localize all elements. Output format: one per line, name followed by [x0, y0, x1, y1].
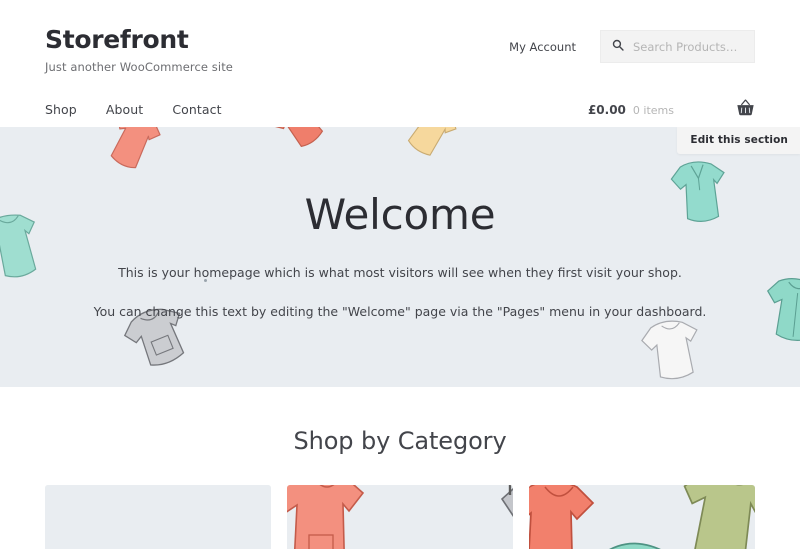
my-account-link[interactable]: My Account — [509, 40, 582, 54]
category-card-grid — [0, 455, 800, 549]
cart-summary[interactable]: £0.00 0 items — [588, 103, 674, 117]
hero-title: Welcome — [304, 189, 496, 239]
hero-paragraph-1: This is your homepage which is what most… — [118, 264, 682, 280]
cart-total-amount: £0.00 — [587, 102, 626, 117]
header-right-group: My Account — [509, 22, 755, 63]
site-title[interactable]: Storefront — [45, 26, 233, 54]
shop-by-category-heading: Shop by Category — [293, 426, 507, 455]
hero-content: Welcome This is your homepage which is w… — [0, 127, 800, 387]
hero-section: Edit this section Welcome This is your h… — [0, 126, 800, 387]
site-branding[interactable]: Storefront Just another WooCommerce site — [45, 22, 233, 74]
category-card-2[interactable] — [287, 484, 513, 549]
hero-paragraph-2: You can change this text by editing the … — [93, 303, 707, 319]
category-card-1[interactable] — [45, 484, 271, 549]
search-icon — [612, 39, 624, 55]
nav-item-shop[interactable]: Shop — [45, 102, 77, 117]
product-search-form[interactable] — [600, 30, 755, 63]
site-description: Just another WooCommerce site — [45, 59, 233, 74]
primary-navigation-row: Shop About Contact £0.00 0 items — [0, 73, 800, 127]
cart-item-count: 0 items — [632, 103, 674, 117]
shop-by-category-section: Shop by Category — [0, 386, 800, 549]
category-card-3[interactable] — [529, 484, 755, 549]
main-navigation: Shop About Contact — [45, 102, 222, 117]
edit-this-section-button[interactable]: Edit this section — [677, 126, 800, 154]
shopping-basket-icon[interactable] — [736, 99, 755, 120]
site-header: Storefront Just another WooCommerce site… — [0, 0, 800, 74]
cart-area[interactable]: £0.00 0 items — [588, 99, 755, 120]
nav-item-about[interactable]: About — [106, 102, 143, 117]
header-top-row: Storefront Just another WooCommerce site… — [45, 22, 755, 74]
nav-item-contact[interactable]: Contact — [172, 102, 221, 117]
search-input[interactable] — [633, 39, 743, 54]
